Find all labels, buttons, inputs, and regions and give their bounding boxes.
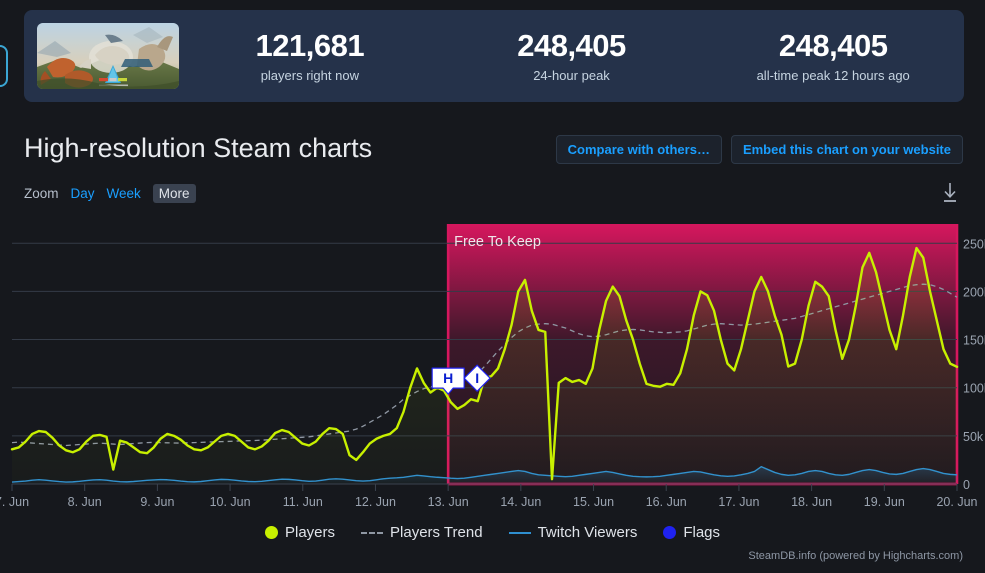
zoom-label: Zoom xyxy=(24,186,59,201)
stat-caption: 24-hour peak xyxy=(533,68,610,83)
download-glyph xyxy=(944,183,956,202)
svg-text:20. Jun: 20. Jun xyxy=(936,495,977,509)
legend-item-flags[interactable]: Flags xyxy=(663,524,720,541)
zoom-option-week[interactable]: Week xyxy=(107,186,141,201)
stat-caption: players right now xyxy=(260,68,359,83)
embed-chart-button[interactable]: Embed this chart on your website xyxy=(730,135,963,164)
players-trend-marker-icon xyxy=(361,531,384,534)
stat-24-hour-peak: 248,405 24-hour peak xyxy=(441,28,703,84)
svg-text:14. Jun: 14. Jun xyxy=(500,495,541,509)
legend-label: Players Trend xyxy=(390,524,483,541)
legend-item-players[interactable]: Players xyxy=(264,524,336,541)
svg-text:7. Jun: 7. Jun xyxy=(0,495,29,509)
svg-text:250k: 250k xyxy=(963,237,985,251)
svg-text:I: I xyxy=(475,370,479,386)
svg-text:Free To Keep: Free To Keep xyxy=(454,234,541,250)
legend-label: Players xyxy=(284,524,336,541)
svg-text:11. Jun: 11. Jun xyxy=(283,495,323,509)
svg-text:13. Jun: 13. Jun xyxy=(428,495,469,509)
stat-value: 248,405 xyxy=(778,28,888,63)
zoom-option-day[interactable]: Day xyxy=(71,186,95,201)
chart-legend: Players Players Trend Twitch Viewers Fla… xyxy=(0,524,985,541)
svg-text:12. Jun: 12. Jun xyxy=(355,495,396,509)
steamdb-chart-page: 121,681 players right now 248,405 24-hou… xyxy=(0,0,985,573)
svg-text:100k: 100k xyxy=(963,382,985,396)
svg-text:15. Jun: 15. Jun xyxy=(573,495,614,509)
stat-all-time-peak: 248,405 all-time peak 12 hours ago xyxy=(702,28,964,84)
svg-text:0: 0 xyxy=(963,478,970,492)
svg-text:150k: 150k xyxy=(963,334,985,348)
game-capsule-image[interactable] xyxy=(37,23,179,89)
svg-text:19. Jun: 19. Jun xyxy=(864,495,905,509)
svg-text:10. Jun: 10. Jun xyxy=(210,495,251,509)
stat-players-right-now: 121,681 players right now xyxy=(179,28,441,84)
legend-item-twitch-viewers[interactable]: Twitch Viewers xyxy=(508,524,638,541)
chart-canvas: 0 50k 100k 150k 200k 250k 7. Jun 8. Jun 9. Jun 1… xyxy=(0,212,985,512)
zoom-option-more[interactable]: More xyxy=(152,184,196,203)
svg-text:18. Jun: 18. Jun xyxy=(791,495,832,509)
chart-credit: SteamDB.info (powered by Highcharts.com) xyxy=(748,550,963,562)
plot-band-label: Free To Keep xyxy=(454,234,541,250)
stat-value: 248,405 xyxy=(517,28,626,63)
svg-text:200k: 200k xyxy=(963,285,985,299)
legend-label: Flags xyxy=(683,524,721,541)
svg-text:9. Jun: 9. Jun xyxy=(140,495,174,509)
twitch-viewers-marker-icon xyxy=(508,531,531,534)
stat-value: 121,681 xyxy=(255,28,365,63)
svg-text:17. Jun: 17. Jun xyxy=(718,495,759,509)
stats-summary-bar: 121,681 players right now 248,405 24-hou… xyxy=(24,10,964,102)
svg-text:16. Jun: 16. Jun xyxy=(646,495,687,509)
svg-text:8. Jun: 8. Jun xyxy=(68,495,102,509)
game-artwork xyxy=(37,23,179,89)
steam-players-chart[interactable]: 0 50k 100k 150k 200k 250k 7. Jun 8. Jun 9. Jun 1… xyxy=(0,212,985,512)
cut-off-panel-edge xyxy=(0,45,8,87)
legend-item-players-trend[interactable]: Players Trend xyxy=(361,524,483,541)
zoom-controls: Zoom Day Week More xyxy=(24,184,196,203)
download-icon[interactable] xyxy=(938,180,962,206)
legend-label: Twitch Viewers xyxy=(537,524,638,541)
flags-marker-icon xyxy=(663,526,677,539)
stat-caption: all-time peak 12 hours ago xyxy=(756,68,910,83)
page-title: High-resolution Steam charts xyxy=(24,133,373,163)
players-marker-icon xyxy=(264,526,278,539)
svg-text:50k: 50k xyxy=(963,430,984,444)
svg-text:H: H xyxy=(443,370,453,386)
compare-with-others-button[interactable]: Compare with others… xyxy=(555,135,722,164)
chart-actions: Compare with others… Embed this chart on… xyxy=(555,135,963,164)
